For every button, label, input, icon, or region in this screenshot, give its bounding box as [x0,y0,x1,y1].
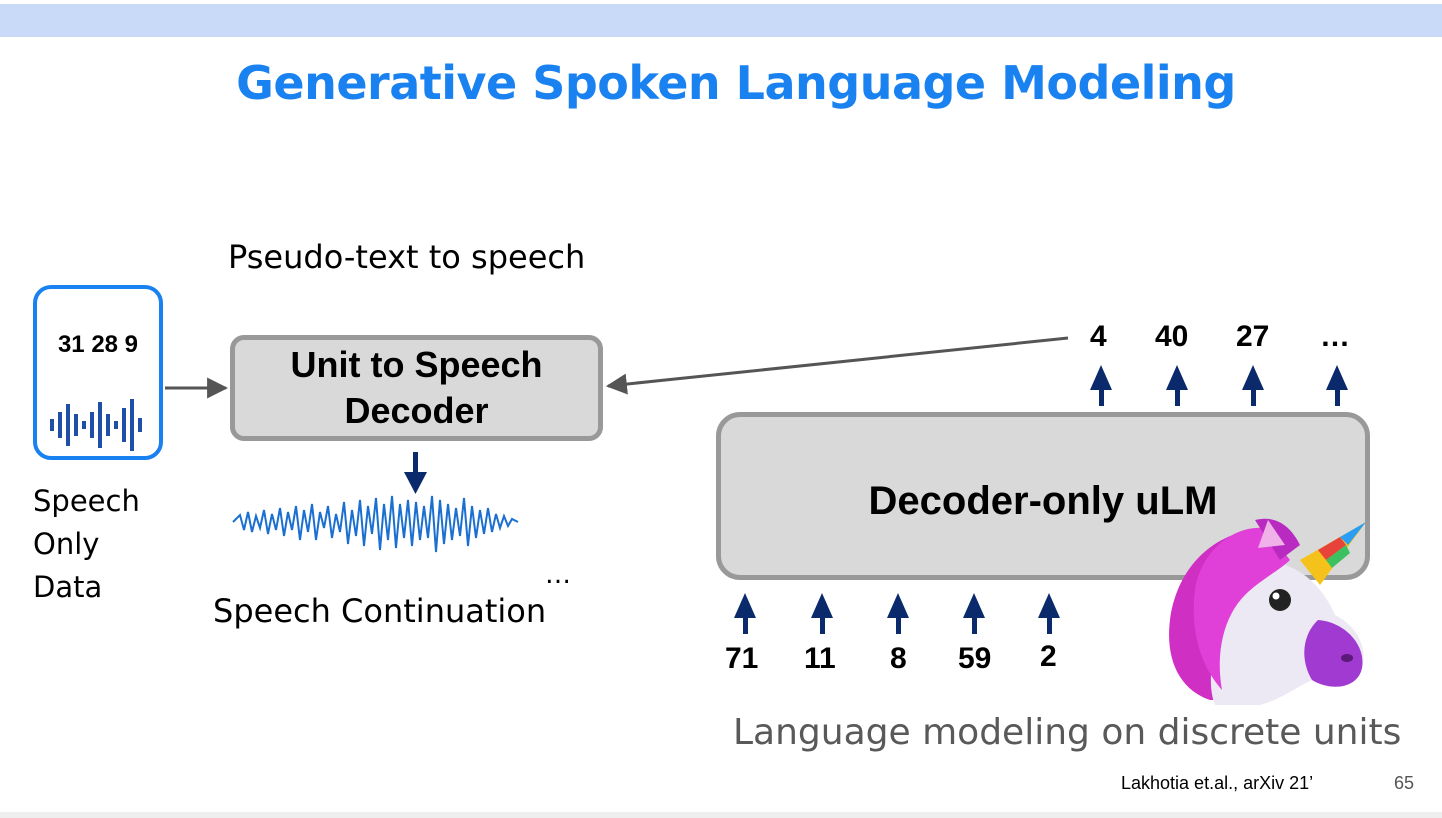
output-up-arrows [1090,365,1348,406]
bottom-rule [0,812,1442,818]
arrow-units-to-decoder [605,336,1069,395]
waveform-icon [232,495,519,553]
unicorn-icon [1169,518,1366,705]
lm-caption: Language modeling on discrete units [733,712,1402,753]
arrow-decoder-down [404,452,427,494]
citation: Lakhotia et.al., arXiv 21’ [1121,773,1314,793]
diagram-graphics [165,336,1366,705]
input-up-arrows [734,593,1060,634]
page-number: 65 [1394,773,1415,793]
